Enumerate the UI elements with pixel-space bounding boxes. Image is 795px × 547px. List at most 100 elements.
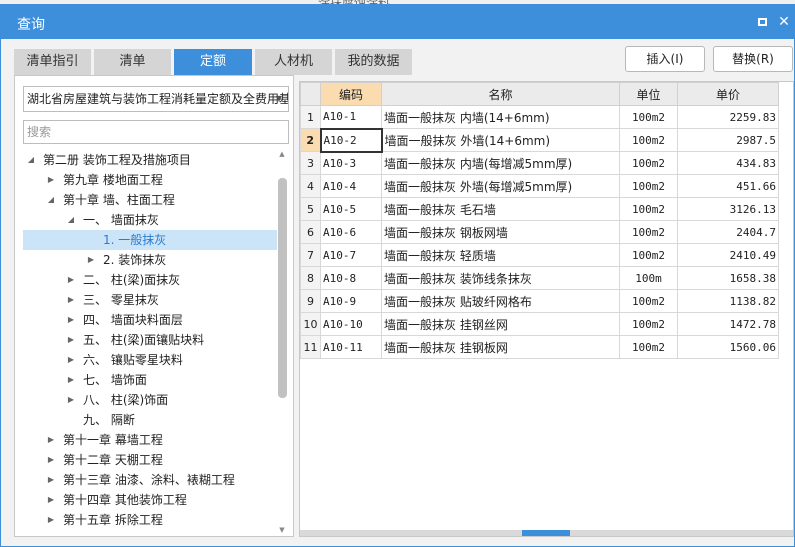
tree-item[interactable]: ▶ 第十五章 拆除工程	[23, 510, 277, 530]
maximize-icon[interactable]	[753, 13, 771, 31]
cell-price[interactable]: 3126.13	[677, 197, 779, 221]
scrollbar-grip[interactable]	[522, 530, 570, 536]
cell-unit[interactable]: 100m2	[619, 151, 678, 175]
cell-price[interactable]: 1138.82	[677, 289, 779, 313]
tree-item[interactable]: ◢ 第二册 装饰工程及措施项目	[23, 150, 277, 170]
tree-toggle-icon[interactable]: ▶	[65, 330, 77, 350]
table-row[interactable]: 5 A10-5 墙面一般抹灰 毛石墙 100m2 3126.13	[300, 197, 779, 221]
cell-price[interactable]: 1560.06	[677, 335, 779, 359]
cell-price[interactable]: 1472.78	[677, 312, 779, 336]
cell-unit[interactable]: 100m2	[619, 335, 678, 359]
cell-price[interactable]: 2410.49	[677, 243, 779, 267]
table-row[interactable]: 1 A10-1 墙面一般抹灰 内墙(14+6mm) 100m2 2259.83	[300, 105, 779, 129]
tree-toggle-icon[interactable]: ▶	[45, 430, 57, 450]
tree-toggle-icon[interactable]: ▶	[45, 450, 57, 470]
cell-unit[interactable]: 100m2	[619, 105, 678, 129]
table-row[interactable]: 11 A10-11 墙面一般抹灰 挂钢板网 100m2 1560.06	[300, 335, 779, 359]
cell-unit[interactable]: 100m2	[619, 174, 678, 198]
scrollbar-thumb[interactable]	[278, 178, 287, 398]
column-header-price[interactable]: 单价	[677, 82, 779, 106]
cell-code[interactable]: A10-4	[320, 174, 382, 198]
cell-code[interactable]: A10-8	[320, 266, 382, 290]
cell-price[interactable]: 434.83	[677, 151, 779, 175]
tree-toggle-icon[interactable]: ▶	[65, 390, 77, 410]
tree-item[interactable]: ◢ 第十章 墙、柱面工程	[23, 190, 277, 210]
tree-item[interactable]: ▶ 2. 装饰抹灰	[23, 250, 277, 270]
cell-name[interactable]: 墙面一般抹灰 钢板网墙	[381, 220, 620, 244]
column-header-code[interactable]: 编码	[320, 82, 382, 106]
insert-button[interactable]: 插入(I)	[625, 46, 705, 72]
scroll-up-icon[interactable]: ▲	[277, 150, 287, 160]
cell-unit[interactable]: 100m2	[619, 312, 678, 336]
tree-toggle-icon[interactable]: ▶	[45, 170, 57, 190]
table-row[interactable]: 3 A10-3 墙面一般抹灰 内墙(每增减5mm厚) 100m2 434.83	[300, 151, 779, 175]
scroll-down-icon[interactable]: ▼	[277, 526, 287, 536]
cell-code[interactable]: A10-10	[320, 312, 382, 336]
tree-toggle-icon[interactable]: ▶	[45, 470, 57, 490]
cell-name[interactable]: 墙面一般抹灰 内墙(14+6mm)	[381, 105, 620, 129]
tree-toggle-icon[interactable]: ▶	[65, 290, 77, 310]
cell-price[interactable]: 2987.5	[677, 128, 779, 152]
tab-quota[interactable]: 定额	[174, 49, 252, 75]
cell-unit[interactable]: 100m2	[619, 128, 678, 152]
tree-toggle-icon[interactable]: ▶	[65, 370, 77, 390]
tree-item[interactable]: ▶ 第九章 楼地面工程	[23, 170, 277, 190]
cell-name[interactable]: 墙面一般抹灰 贴玻纤网格布	[381, 289, 620, 313]
cell-code[interactable]: A10-2	[319, 127, 383, 153]
tree-toggle-icon[interactable]: ▶	[65, 350, 77, 370]
cell-name[interactable]: 墙面一般抹灰 外墙(14+6mm)	[381, 128, 620, 152]
cell-name[interactable]: 墙面一般抹灰 外墙(每增减5mm厚)	[381, 174, 620, 198]
tree-item[interactable]: ▶ 八、 柱(梁)饰面	[23, 390, 277, 410]
table-row[interactable]: 9 A10-9 墙面一般抹灰 贴玻纤网格布 100m2 1138.82	[300, 289, 779, 313]
cell-unit[interactable]: 100m2	[619, 243, 678, 267]
cell-code[interactable]: A10-1	[320, 105, 382, 129]
tree-toggle-icon[interactable]: ◢	[65, 210, 77, 230]
tree-item[interactable]: ▶ 第十四章 其他装饰工程	[23, 490, 277, 510]
cell-unit[interactable]: 100m2	[619, 220, 678, 244]
cell-name[interactable]: 墙面一般抹灰 装饰线条抹灰	[381, 266, 620, 290]
cell-code[interactable]: A10-11	[320, 335, 382, 359]
tree-item[interactable]: ▶ 二、 柱(梁)面抹灰	[23, 270, 277, 290]
column-header-unit[interactable]: 单位	[619, 82, 678, 106]
table-row-selected[interactable]: 2 A10-2 墙面一般抹灰 外墙(14+6mm) 100m2 2987.5	[300, 127, 779, 153]
tab-my-data[interactable]: 我的数据	[335, 49, 412, 75]
cell-name[interactable]: 墙面一般抹灰 内墙(每增减5mm厚)	[381, 151, 620, 175]
cell-name[interactable]: 墙面一般抹灰 挂钢丝网	[381, 312, 620, 336]
tree-item[interactable]: ▶ 第十一章 幕墙工程	[23, 430, 277, 450]
tab-labor-material[interactable]: 人材机	[255, 49, 332, 75]
cell-unit[interactable]: 100m2	[619, 289, 678, 313]
cell-name[interactable]: 墙面一般抹灰 轻质墙	[381, 243, 620, 267]
column-header-name[interactable]: 名称	[381, 82, 620, 106]
cell-name[interactable]: 墙面一般抹灰 毛石墙	[381, 197, 620, 221]
tree-item[interactable]: ◢ 一、 墙面抹灰	[23, 210, 277, 230]
tree-toggle-icon[interactable]: ▶	[45, 490, 57, 510]
cell-code[interactable]: A10-6	[320, 220, 382, 244]
tree-toggle-icon[interactable]: ▶	[45, 510, 57, 530]
table-row[interactable]: 10 A10-10 墙面一般抹灰 挂钢丝网 100m2 1472.78	[300, 312, 779, 336]
cell-unit[interactable]: 100m	[619, 266, 678, 290]
cell-name[interactable]: 墙面一般抹灰 挂钢板网	[381, 335, 620, 359]
cell-unit[interactable]: 100m2	[619, 197, 678, 221]
tree-item[interactable]: ▶ 六、 镶贴零星块料	[23, 350, 277, 370]
cell-price[interactable]: 2404.7	[677, 220, 779, 244]
tree-toggle-icon[interactable]: ◢	[25, 150, 37, 170]
cell-price[interactable]: 451.66	[677, 174, 779, 198]
tree-item[interactable]: 九、 隔断	[23, 410, 277, 430]
tab-bill-guide[interactable]: 清单指引	[14, 49, 91, 75]
tree-scrollbar[interactable]: ▲ ▼	[277, 150, 287, 536]
cell-price[interactable]: 2259.83	[677, 105, 779, 129]
tree-item[interactable]: ▶ 第十二章 天棚工程	[23, 450, 277, 470]
table-row[interactable]: 7 A10-7 墙面一般抹灰 轻质墙 100m2 2410.49	[300, 243, 779, 267]
horizontal-scrollbar[interactable]	[300, 530, 793, 536]
tab-bill[interactable]: 清单	[94, 49, 171, 75]
cell-code[interactable]: A10-5	[320, 197, 382, 221]
tree-item-selected[interactable]: 1. 一般抹灰	[23, 230, 277, 250]
close-icon[interactable]: ✕	[775, 13, 793, 31]
table-row[interactable]: 4 A10-4 墙面一般抹灰 外墙(每增减5mm厚) 100m2 451.66	[300, 174, 779, 198]
table-row[interactable]: 6 A10-6 墙面一般抹灰 钢板网墙 100m2 2404.7	[300, 220, 779, 244]
replace-button[interactable]: 替换(R)	[713, 46, 793, 72]
tree-item[interactable]: ▶ 五、 柱(梁)面镶贴块料	[23, 330, 277, 350]
cell-code[interactable]: A10-9	[320, 289, 382, 313]
tree-toggle-icon[interactable]: ◢	[45, 190, 57, 210]
tree-item[interactable]: ▶ 四、 墙面块料面层	[23, 310, 277, 330]
